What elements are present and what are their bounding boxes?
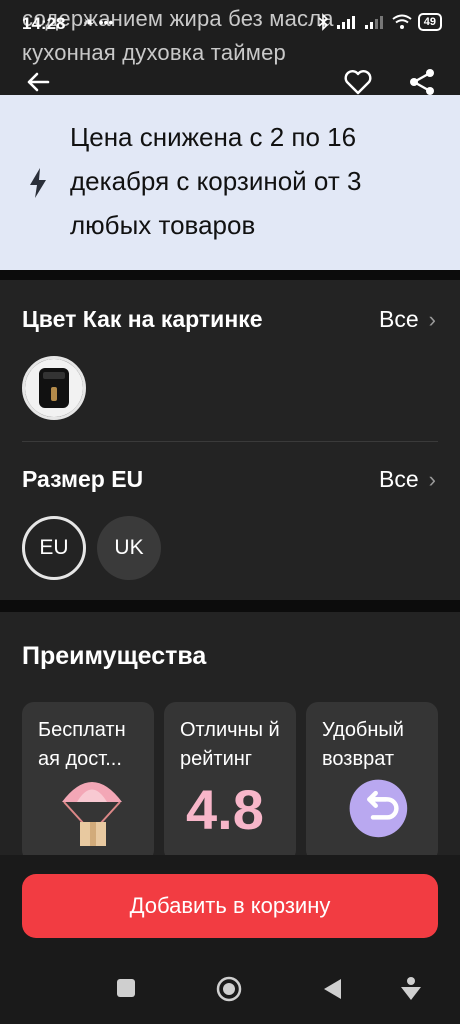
cta-area: Добавить в корзину bbox=[0, 855, 460, 950]
notification-icons: ❧ ••• bbox=[83, 14, 114, 30]
favorite-heart-icon[interactable] bbox=[342, 66, 374, 98]
section-divider bbox=[0, 600, 460, 612]
add-to-cart-button[interactable]: Добавить в корзину bbox=[22, 874, 438, 938]
benefit-label: Отличны й рейтинг bbox=[180, 719, 280, 770]
battery-indicator: 49 bbox=[417, 13, 442, 31]
color-option-title: Цвет Как на картинке bbox=[22, 306, 263, 332]
home-icon[interactable] bbox=[216, 976, 242, 1002]
rating-4-8-icon: 4.8 bbox=[186, 778, 264, 841]
color-all-label: Все bbox=[379, 306, 419, 332]
benefits-title: Преимущества bbox=[22, 642, 207, 670]
promo-text: Цена снижена с 2 по 16 декабря с корзино… bbox=[70, 122, 362, 240]
size-chip-eu[interactable]: EU bbox=[22, 516, 86, 580]
air-fryer-thumbnail bbox=[25, 359, 83, 417]
benefit-card-rating[interactable]: Отличны й рейтинг 4.8 bbox=[164, 702, 296, 862]
color-swatch-selected[interactable] bbox=[22, 356, 86, 420]
signal-icon bbox=[336, 16, 355, 29]
return-arrow-icon bbox=[349, 779, 408, 838]
section-divider bbox=[0, 270, 460, 280]
status-right-icons: 49 bbox=[316, 13, 442, 31]
options-section: Цвет Как на картинке Все › Размер EU Все… bbox=[0, 280, 460, 600]
bluetooth-icon bbox=[318, 13, 328, 31]
size-option-title: Размер EU bbox=[22, 466, 144, 492]
recent-apps-icon[interactable] bbox=[116, 978, 136, 998]
promo-banner: Цена снижена с 2 по 16 декабря с корзино… bbox=[0, 95, 460, 270]
color-all-link[interactable]: Все › bbox=[379, 306, 436, 333]
benefit-label: Бесплатн ая дост... bbox=[38, 719, 126, 770]
benefit-card-returns[interactable]: Удобный возврат bbox=[306, 702, 438, 862]
share-icon[interactable] bbox=[406, 66, 438, 98]
chevron-right-icon: › bbox=[428, 466, 436, 492]
system-navigation-bar bbox=[0, 950, 460, 1024]
wifi-icon bbox=[392, 14, 412, 29]
size-chip-uk[interactable]: UK bbox=[97, 516, 161, 580]
size-all-label: Все bbox=[379, 466, 419, 492]
options-divider bbox=[22, 441, 438, 442]
status-time: 14:28 bbox=[22, 14, 66, 33]
benefit-label: Удобный возврат bbox=[322, 719, 404, 770]
signal-2-icon bbox=[364, 16, 383, 29]
lightning-icon bbox=[30, 168, 46, 198]
back-nav-icon[interactable] bbox=[322, 978, 342, 1000]
benefit-card-free-delivery[interactable]: Бесплатн ая дост... bbox=[22, 702, 154, 862]
assistant-icon[interactable] bbox=[400, 976, 422, 1002]
chevron-right-icon: › bbox=[428, 306, 436, 332]
parachute-box-icon bbox=[62, 782, 122, 846]
back-arrow-icon[interactable] bbox=[22, 66, 54, 98]
size-all-link[interactable]: Все › bbox=[379, 466, 436, 493]
